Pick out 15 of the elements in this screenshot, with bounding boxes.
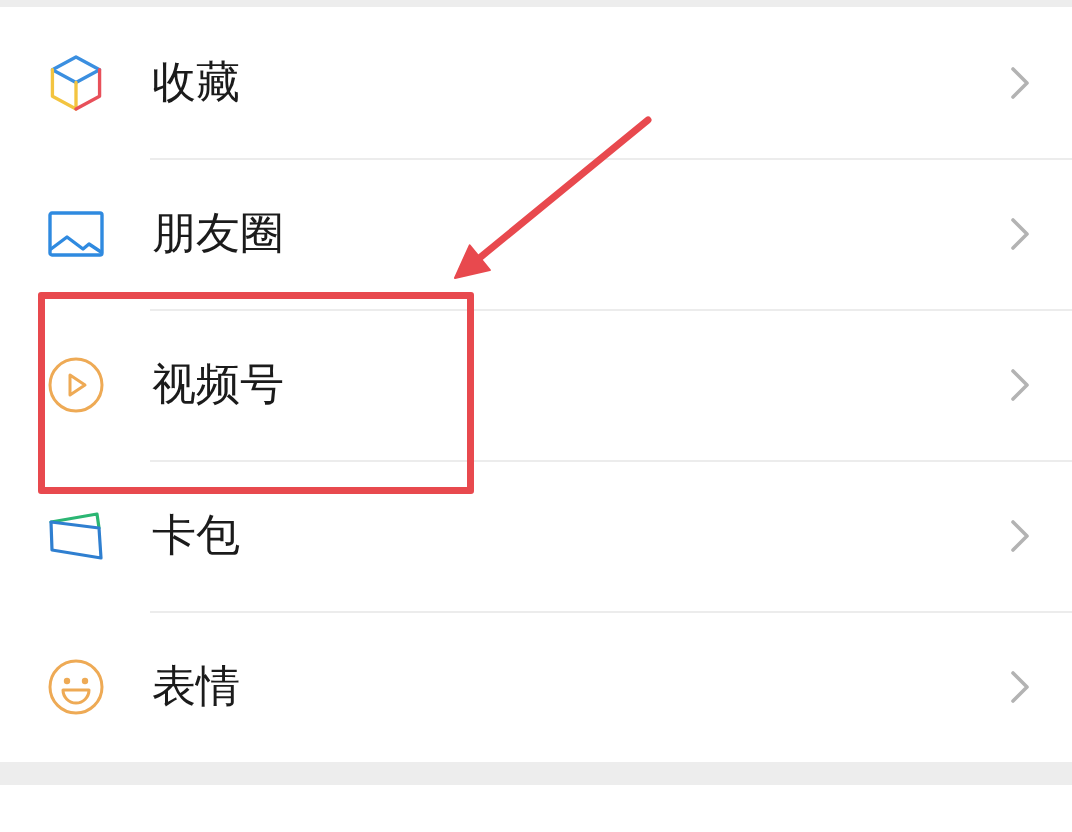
image-icon — [48, 210, 104, 257]
chevron-right-icon — [1010, 216, 1030, 251]
play-icon — [48, 356, 104, 413]
smiley-icon — [48, 658, 104, 715]
chevron-right-icon — [1010, 518, 1030, 553]
chevron-right-icon — [1010, 367, 1030, 402]
menu-label[interactable]: 收藏 — [152, 57, 240, 108]
menu-label[interactable]: 表情 — [152, 661, 240, 712]
menu-label[interactable]: 朋友圈 — [152, 208, 284, 259]
cube-icon — [50, 54, 102, 111]
menu-label[interactable]: 视频号 — [152, 359, 284, 410]
chevron-right-icon — [1010, 669, 1030, 704]
wallet-icon — [48, 511, 104, 560]
chevron-right-icon — [1010, 65, 1030, 100]
menu-label[interactable]: 卡包 — [152, 510, 240, 561]
